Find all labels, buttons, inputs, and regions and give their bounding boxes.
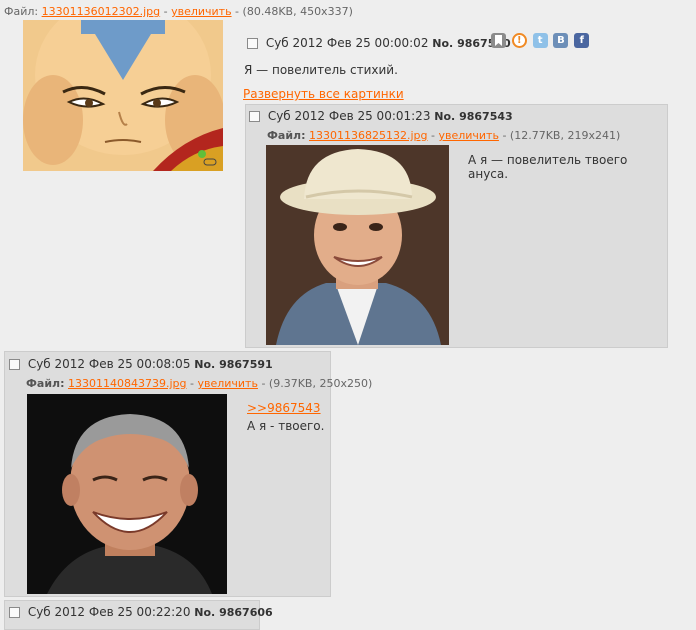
file-label: Файл: [26,377,65,390]
reply-enlarge-link[interactable]: увеличить [197,377,257,390]
op-select-checkbox[interactable] [247,38,258,49]
reply-thumbnail-image [266,145,449,345]
reply-quote-link[interactable]: >>9867543 [247,401,321,415]
op-no-label: No. [432,37,454,50]
reply-thumbnail[interactable] [266,145,449,345]
reply-enlarge-link[interactable]: увеличить [438,129,498,142]
file-label: Файл: [4,5,39,18]
twitter-icon[interactable]: t [532,33,548,48]
op-file-info: Файл: 13301136012302.jpg - увеличить - (… [4,5,353,18]
reply-select-checkbox[interactable] [9,359,20,370]
reply-header: Суб 2012 Фев 25 00:08:05 No. 9867591 [9,357,273,371]
reply-thumbnail[interactable] [27,394,227,594]
reply-post: Суб 2012 Фев 25 00:22:20 No. 9867606 [4,600,273,630]
op-file-link[interactable]: 13301136012302.jpg [42,5,161,18]
reply-file-meta: (12.77KB, 219x241) [509,129,621,142]
reply-post: Суб 2012 Фев 25 00:01:23 No. 9867543 Фай… [245,104,668,348]
op-thumbnail-image [23,0,225,171]
op-date: Суб 2012 Фев 25 00:00:02 [265,36,429,50]
op-message: Я — повелитель стихий. [244,63,398,77]
vkontakte-icon[interactable]: В [553,33,569,48]
reply-select-checkbox[interactable] [249,111,260,122]
reply-post-number[interactable]: 9867543 [459,110,513,123]
reply-date: Суб 2012 Фев 25 00:08:05 [27,357,191,371]
reply-message: А я - твоего. [247,419,325,433]
op-enlarge-link[interactable]: увеличить [171,5,231,18]
odnoklassniki-icon[interactable]: ! [511,33,527,48]
reply-header: Суб 2012 Фев 25 00:22:20 No. 9867606 [9,605,273,619]
reply-thumbnail-image [27,394,227,594]
reply-file-info: Файл: 13301140843739.jpg - увеличить - (… [26,377,373,390]
reply-message: А я — повелитель твоего ануса. [468,153,628,181]
op-file-meta: (80.48KB, 450x337) [242,5,353,18]
share-icons: ! t В f [489,33,590,48]
reply-date: Суб 2012 Фев 25 00:01:23 [267,109,431,123]
expand-all-wrapper: Развернуть все картинки [243,87,404,101]
reply-post-number[interactable]: 9867606 [219,606,273,619]
facebook-icon[interactable]: f [574,33,590,48]
file-label: Файл: [267,129,306,142]
reply-no-label: No. [194,358,216,371]
reply-no-label: No. [434,110,456,123]
reply-file-link[interactable]: 13301140843739.jpg [68,377,187,390]
quote-link-wrapper: >>9867543 [247,401,321,415]
reply-select-checkbox[interactable] [9,607,20,618]
reply-file-link[interactable]: 13301136825132.jpg [309,129,428,142]
expand-all-images-link[interactable]: Развернуть все картинки [243,87,404,101]
reply-post: Суб 2012 Фев 25 00:08:05 No. 9867591 Фай… [4,351,372,597]
reply-header: Суб 2012 Фев 25 00:01:23 No. 9867543 [249,109,513,123]
reply-file-info: Файл: 13301136825132.jpg - увеличить - (… [267,129,621,142]
op-post-header: Суб 2012 Фев 25 00:00:02 No. 9867530 [247,36,511,50]
reply-post-number[interactable]: 9867591 [219,358,273,371]
op-thumbnail[interactable] [23,0,225,171]
reply-no-label: No. [194,606,216,619]
reply-date: Суб 2012 Фев 25 00:22:20 [27,605,191,619]
bookmark-icon[interactable] [491,33,506,48]
reply-file-meta: (9.37KB, 250x250) [268,377,373,390]
